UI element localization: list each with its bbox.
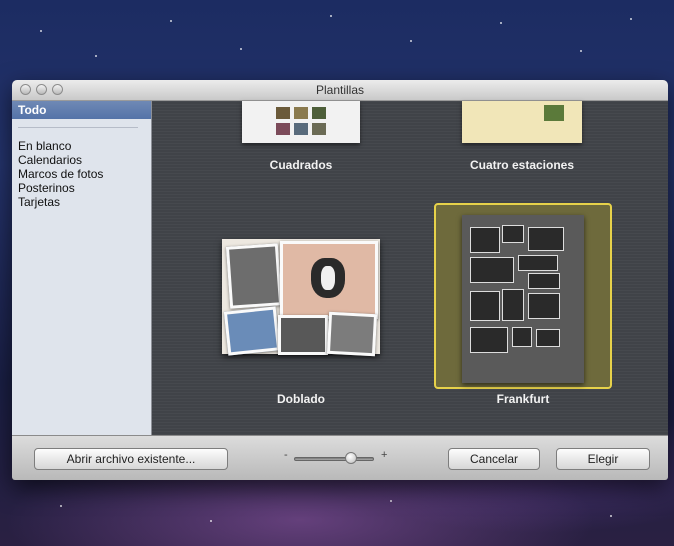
template-thumbnail-cuatro-estaciones[interactable]: [462, 101, 582, 143]
choose-button[interactable]: Elegir: [556, 448, 650, 470]
sidebar-item-calendarios[interactable]: Calendarios: [18, 153, 103, 167]
sidebar-item-posterinos[interactable]: Posterinos: [18, 181, 103, 195]
zoom-in-icon: +: [381, 449, 388, 461]
templates-window: Plantillas Todo En blanco Calendarios Ma…: [12, 80, 668, 480]
template-label-cuatro-estaciones[interactable]: Cuatro estaciones: [422, 158, 622, 172]
sidebar-divider: [18, 127, 138, 128]
template-label-frankfurt[interactable]: Frankfurt: [423, 392, 623, 406]
template-label-cuadrados[interactable]: Cuadrados: [201, 158, 401, 172]
template-thumbnail-frankfurt[interactable]: [434, 203, 612, 389]
window-title: Plantillas: [315, 83, 365, 97]
cancel-button[interactable]: Cancelar: [448, 448, 540, 470]
zoom-slider[interactable]: [294, 457, 374, 461]
template-thumbnail-doblado[interactable]: [222, 239, 380, 357]
sidebar-item-todo[interactable]: Todo: [12, 101, 151, 119]
sidebar-item-marcos-de-fotos[interactable]: Marcos de fotos: [18, 167, 103, 181]
category-sidebar: Todo En blanco Calendarios Marcos de fot…: [12, 101, 152, 435]
template-thumbnail-cuadrados[interactable]: [242, 101, 360, 143]
open-existing-file-button[interactable]: Abrir archivo existente...: [34, 448, 228, 470]
sidebar-item-en-blanco[interactable]: En blanco: [18, 139, 103, 153]
sidebar-item-tarjetas[interactable]: Tarjetas: [18, 195, 103, 209]
frankfurt-preview: [462, 215, 584, 383]
template-gallery: Cuadrados Cuatro estaciones Doblado Fran…: [152, 101, 668, 435]
bottom-toolbar: Abrir archivo existente... - + Cancelar …: [12, 435, 668, 480]
title-bar: Plantillas: [12, 80, 668, 101]
template-label-doblado[interactable]: Doblado: [201, 392, 401, 406]
zoom-out-icon: -: [284, 449, 288, 461]
zoom-slider-handle[interactable]: [345, 452, 357, 464]
